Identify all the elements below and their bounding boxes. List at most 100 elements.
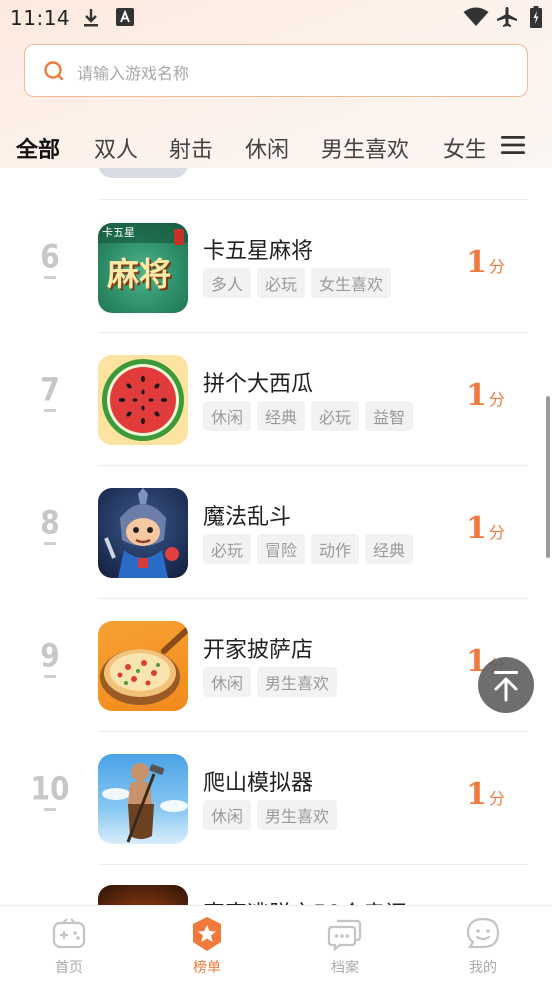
back-to-top-button[interactable] [478,657,534,713]
scrollbar[interactable] [546,396,550,558]
tag-list: 多人 必玩 女生喜欢 [203,268,392,298]
list-item[interactable]: 6 卡五星 麻将 卡五星麻将 多人 必玩 女生喜欢 1分 [0,200,552,333]
tag: 必玩 [203,534,252,564]
icon-subtext: 卡五星 [102,226,135,239]
score-unit: 分 [488,257,505,276]
tag: 休闲 [203,800,252,830]
list-item[interactable]: 7 拼个大西瓜 休闲 经典 必玩 益智 1 分 [0,333,552,466]
status-bar: 11:14 [0,0,552,38]
score-unit: 分 [488,390,505,409]
tab-all[interactable]: 全部 [16,132,60,164]
tag-list: 休闲 经典 必玩 益智 [203,401,414,431]
game-name: 卡五星麻将 [203,239,314,264]
tag: 休闲 [203,667,252,697]
search-input[interactable]: 请输入游戏名称 [24,44,528,97]
tab-casual[interactable]: 休闲 [245,132,289,164]
rank-number: 8 [40,503,60,542]
knight-art [104,488,179,578]
tag: 冒险 [257,534,306,564]
rank-number: 9 [40,636,60,675]
game-name: 拼个大西瓜 [203,372,314,397]
score-value: 1 [466,245,487,280]
rank-underline [44,808,56,811]
game-icon-watermelon [98,355,188,445]
score-unit: 分 [488,523,505,542]
score: 1分 [466,378,505,413]
game-name: 爬山模拟器 [203,771,314,796]
game-icon-climbing [98,754,188,844]
score-value: 1 [466,511,487,546]
chat-bubbles-icon [327,919,362,952]
list-item[interactable]: 密室逃脱之50个房间 [0,865,552,905]
nav-label: 档案 [331,960,359,976]
icon-text: 麻将 [107,255,172,293]
tag: 女生喜欢 [311,268,392,298]
score-value: 1 [466,777,487,812]
score: 1分 [466,245,505,280]
game-icon-pizza [98,621,188,711]
smile-bubble-icon [466,917,500,949]
rank-number: 6 [40,237,60,276]
tag: 动作 [311,534,360,564]
score-unit: 分 [488,789,505,808]
tag: 经典 [365,534,414,564]
list-item[interactable]: 9 开家披萨店 休闲 男生喜欢 1分 [0,599,552,732]
tag: 男生喜欢 [257,667,338,697]
list-item[interactable]: 10 爬山模拟器 休闲 男生喜欢 1分 [0,732,552,865]
ranking-list: 6 卡五星 麻将 卡五星麻将 多人 必玩 女生喜欢 1分 7 拼个大西瓜 休闲 … [0,168,552,905]
game-name: 密室逃脱之50个房间 [203,896,407,905]
tag-list: 休闲 男生喜欢 [203,800,338,830]
game-name: 魔法乱斗 [203,505,292,530]
category-tabs: 全部 双人 射击 休闲 男生喜欢 女生喜欢 [0,118,552,170]
arrow-up-icon [494,671,518,702]
tab-duo[interactable]: 双人 [94,132,138,164]
search-icon [44,61,64,81]
score-value: 1 [466,378,487,413]
rank-underline [44,675,56,678]
rank-underline [44,409,56,412]
tag-list: 休闲 男生喜欢 [203,667,338,697]
gamepad-icon [52,918,86,949]
menu-icon[interactable] [500,134,526,156]
wifi-icon [463,7,489,26]
tag: 必玩 [311,401,360,431]
battery-icon [530,6,542,28]
nav-label: 首页 [55,960,83,976]
airplane-icon [497,7,517,27]
nav-ranking[interactable]: 榜单 [138,906,276,983]
status-time: 11:14 [10,6,71,30]
tag: 经典 [257,401,306,431]
tab-shooter[interactable]: 射击 [169,132,213,164]
previous-game-icon-partial [98,168,188,178]
list-item[interactable]: 8 魔法乱斗 必玩 冒险 动作 经典 1分 [0,466,552,599]
tag: 男生喜欢 [257,800,338,830]
star-badge-icon [193,917,221,951]
game-icon-escape-room [98,885,188,905]
search-placeholder: 请输入游戏名称 [77,64,190,83]
tab-boys-like[interactable]: 男生喜欢 [321,132,409,164]
game-icon-mahjong: 卡五星 麻将 [98,223,188,313]
score: 1分 [466,511,505,546]
tag-list: 必玩 冒险 动作 经典 [203,534,414,564]
nav-home[interactable]: 首页 [0,906,138,983]
tag: 多人 [203,268,252,298]
tag: 必玩 [257,268,306,298]
watermelon-art [98,355,188,445]
nav-archive[interactable]: 档案 [276,906,414,983]
nav-label: 我的 [469,960,497,976]
rank-underline [44,276,56,279]
score: 1分 [466,777,505,812]
bottom-nav: 首页 榜单 档案 我的 [0,905,552,983]
a-icon [116,8,134,26]
nav-label: 榜单 [193,960,221,976]
rank-underline [44,542,56,545]
tag: 益智 [365,401,414,431]
climber-art [102,763,188,843]
pizza-art [100,626,188,705]
rank-number: 7 [40,370,60,409]
rank-number: 10 [30,769,70,808]
tab-girls-like[interactable]: 女生喜欢 [443,132,485,164]
game-icon-magic-brawl [98,488,188,578]
nav-mine[interactable]: 我的 [414,906,552,983]
download-icon [84,9,98,27]
